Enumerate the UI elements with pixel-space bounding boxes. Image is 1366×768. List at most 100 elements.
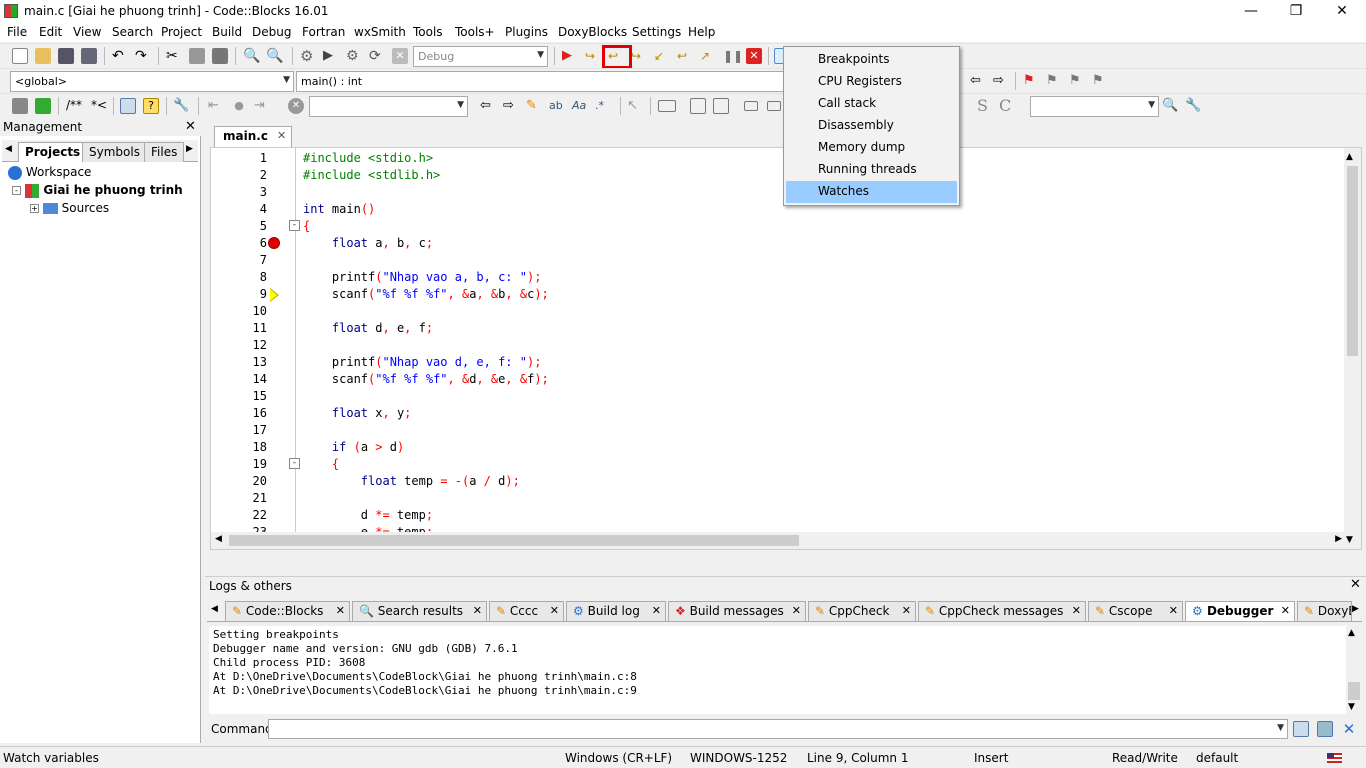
scroll-up-icon[interactable]: ▲	[1346, 152, 1353, 162]
menu-item-disassembly[interactable]: Disassembly	[786, 115, 957, 137]
comment-block-button[interactable]: /**	[66, 98, 82, 112]
tab-symbols[interactable]: Symbols	[82, 142, 147, 162]
clear-search-icon[interactable]: ✕	[288, 98, 304, 114]
abort-build-icon[interactable]: ✕	[392, 48, 408, 64]
tree-sources[interactable]: + Sources	[30, 201, 109, 215]
menu-item-call-stack[interactable]: Call stack	[786, 93, 957, 115]
breakpoint-marker[interactable]	[268, 237, 280, 249]
replace-icon[interactable]: 🔍	[266, 48, 283, 64]
close-tab-icon[interactable]: ✕	[550, 604, 559, 617]
find-prev-icon[interactable]: ⇦	[480, 98, 496, 114]
prev-bookmark-icon[interactable]: ⚑	[1046, 73, 1062, 89]
log-tab-codeblocks[interactable]: ✎ Code::Blocks ✕	[225, 601, 350, 621]
tree-workspace[interactable]: Workspace	[8, 165, 91, 180]
selected-text-icon[interactable]: ab	[549, 98, 565, 114]
menu-edit[interactable]: Edit	[39, 25, 62, 39]
code-editor[interactable]: 1 #include <stdio.h> 2 #include <stdlib.h> 3…	[210, 147, 1362, 550]
wrench-icon[interactable]: 🔧	[173, 98, 189, 114]
log-vscroll[interactable]: ▲ ▼	[1346, 626, 1362, 714]
step-into-icon[interactable]: ↙	[654, 48, 670, 64]
pointer-icon[interactable]: ↖	[627, 98, 643, 114]
menu-plugins[interactable]: Plugins	[505, 25, 548, 39]
close-tab-icon[interactable]: ✕	[1281, 604, 1290, 617]
paste-icon[interactable]	[212, 48, 228, 64]
copy-icon[interactable]	[189, 48, 205, 64]
menu-item-breakpoints[interactable]: Breakpoints	[786, 49, 957, 71]
tree-project[interactable]: - Giai he phuong trinh	[12, 183, 183, 198]
step-out-icon[interactable]: ↗	[700, 48, 716, 64]
scroll-left-icon[interactable]: ◀	[215, 534, 222, 544]
redo-icon[interactable]: ↷	[135, 48, 151, 64]
log-tab-cppcheck[interactable]: ✎ CppCheck ✕	[808, 601, 916, 621]
menu-view[interactable]: View	[73, 25, 101, 39]
toggle-bookmark-icon[interactable]: ⚑	[1023, 73, 1039, 89]
clear-command-icon[interactable]: ✕	[1341, 721, 1357, 737]
new-file-icon[interactable]	[12, 48, 28, 64]
editor-vscroll[interactable]: ▲ ▼	[1344, 148, 1361, 549]
editor-tab-main-c[interactable]: main.c ✕	[214, 126, 292, 147]
menu-settings[interactable]: Settings	[632, 25, 681, 39]
menu-help[interactable]: Help	[688, 25, 715, 39]
save-all-icon[interactable]	[81, 48, 97, 64]
function-select[interactable]: main() : int	[296, 71, 786, 92]
maximize-icon[interactable]: ❐	[1273, 0, 1319, 22]
doxyblocks-config-icon[interactable]	[12, 98, 28, 114]
log-tab-doxyblocks[interactable]: ✎ DoxyB	[1297, 601, 1352, 621]
tab-files[interactable]: Files	[144, 142, 185, 162]
goto-prev-icon[interactable]: ⇤	[208, 98, 224, 114]
run-icon[interactable]: ▶	[323, 48, 339, 64]
panel-icon[interactable]	[658, 100, 676, 112]
goto-next-icon[interactable]: ⇥	[254, 98, 270, 114]
menu-build[interactable]: Build	[212, 25, 242, 39]
text-ctrl-icon[interactable]	[767, 101, 781, 111]
next-bookmark-icon[interactable]: ⚑	[1069, 73, 1085, 89]
menu-item-watches[interactable]: Watches	[786, 181, 957, 203]
load-command-icon[interactable]	[1293, 721, 1309, 737]
menu-item-running-threads[interactable]: Running threads	[786, 159, 957, 181]
collapse-icon[interactable]: -	[12, 186, 21, 195]
close-tab-icon[interactable]: ✕	[336, 604, 345, 617]
bitmap-icon[interactable]	[690, 98, 706, 114]
logs-tab-left-icon[interactable]: ◀	[211, 604, 218, 614]
help-docs-icon[interactable]: ?	[143, 98, 159, 114]
scroll-up-icon[interactable]: ▲	[1348, 628, 1355, 638]
scroll-down-icon[interactable]: ▼	[1346, 535, 1353, 545]
close-tab-icon[interactable]: ✕	[277, 129, 286, 142]
close-tab-icon[interactable]: ✕	[652, 604, 661, 617]
tab-scroll-left-icon[interactable]: ◀	[5, 144, 12, 154]
match-case-icon[interactable]: Aa	[572, 98, 588, 114]
build-gear-icon[interactable]: ⚙	[300, 48, 316, 64]
menu-fortran[interactable]: Fortran	[302, 25, 345, 39]
html-docs-icon[interactable]	[120, 98, 136, 114]
static-text-icon[interactable]	[713, 98, 729, 114]
symbol-c-button[interactable]: C	[999, 96, 1011, 115]
debugger-log-output[interactable]: Setting breakpoints Debugger name and ver…	[209, 626, 1349, 714]
jump-back-icon[interactable]: ⇦	[970, 73, 986, 89]
fold-toggle-icon[interactable]: -	[289, 220, 300, 231]
scroll-thumb[interactable]	[1347, 166, 1358, 356]
scroll-right-icon[interactable]: ▶	[1335, 534, 1342, 544]
tab-scroll-right-icon[interactable]: ▶	[186, 144, 193, 154]
minimize-icon[interactable]: —	[1228, 0, 1274, 22]
close-tab-icon[interactable]: ✕	[792, 604, 801, 617]
scroll-down-icon[interactable]: ▼	[1348, 702, 1355, 712]
undo-icon[interactable]: ↶	[112, 48, 128, 64]
menu-item-memory-dump[interactable]: Memory dump	[786, 137, 957, 159]
stop-debugger-icon[interactable]: ✕	[746, 48, 762, 64]
symbol-s-button[interactable]: S	[977, 96, 988, 115]
close-management-icon[interactable]: ✕	[185, 119, 196, 134]
close-tab-icon[interactable]: ✕	[473, 604, 482, 617]
break-debugger-icon[interactable]: ❚❚	[723, 48, 743, 64]
menu-search[interactable]: Search	[112, 25, 153, 39]
close-window-icon[interactable]: ✕	[1319, 0, 1365, 22]
close-logs-icon[interactable]: ✕	[1350, 577, 1361, 592]
debug-continue-icon[interactable]: ▶	[562, 48, 578, 64]
symbol-search-icon[interactable]: 🔍	[1162, 98, 1178, 114]
find-next-icon[interactable]: ⇨	[503, 98, 519, 114]
jump-forward-icon[interactable]: ⇨	[993, 73, 1009, 89]
menu-debug[interactable]: Debug	[252, 25, 291, 39]
log-tab-debugger[interactable]: ⚙ Debugger ✕	[1185, 601, 1295, 621]
open-folder-icon[interactable]	[35, 48, 51, 64]
goto-current-icon[interactable]: ●	[231, 98, 247, 114]
next-instruction-icon[interactable]: ↪	[631, 48, 647, 64]
